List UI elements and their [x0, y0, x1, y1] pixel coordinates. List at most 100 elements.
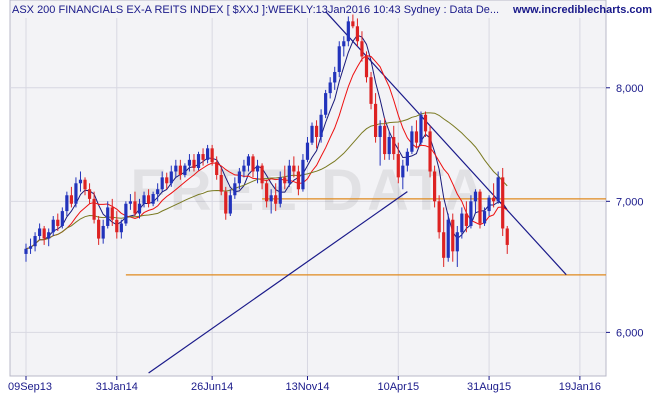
candle-body [414, 131, 419, 143]
x-tick-label: 19Jan16 [559, 381, 601, 393]
candle-body [69, 195, 73, 204]
candle-body [387, 137, 391, 155]
candle-body [224, 191, 228, 214]
candle-body [265, 183, 269, 202]
candle-body [469, 201, 473, 226]
candle-body [328, 82, 332, 94]
candle-body [242, 165, 246, 172]
candle-body [310, 125, 314, 143]
candle-body [187, 159, 192, 166]
candle-body [283, 177, 287, 184]
candle-body [51, 219, 55, 233]
candle-body [442, 232, 446, 258]
candle-body [56, 219, 60, 226]
candle-body [119, 223, 123, 233]
x-tick-label: 09Sep13 [8, 381, 52, 393]
candle-body [278, 177, 282, 204]
candle-body [269, 195, 273, 202]
candle-body [228, 195, 232, 214]
candle-body [87, 189, 92, 199]
candle-body [169, 171, 173, 184]
candle-body [196, 154, 201, 168]
candle-body [437, 201, 441, 233]
candle-body [47, 232, 51, 239]
candle-body [373, 103, 378, 138]
x-tick-label: 31Jan14 [96, 381, 138, 393]
candle-body [333, 71, 337, 83]
candle-body [160, 177, 164, 190]
candle-body [274, 195, 278, 204]
candle-body [24, 248, 28, 254]
x-tick-label: 26Jun14 [191, 381, 233, 393]
candle-body [151, 194, 155, 204]
candle-body [215, 162, 219, 176]
candle-body [165, 177, 169, 184]
candle-body [337, 46, 341, 72]
chart-root: FREE DATA 8,000 7,000 6,000 09Sep13 31Jan14… [0, 0, 660, 400]
candle-body [423, 114, 428, 132]
candle-body [482, 211, 487, 224]
candle-body [251, 156, 255, 172]
candle-body [464, 213, 468, 226]
x-tick-label: 31Aug15 [467, 381, 511, 393]
candle-body [246, 156, 251, 166]
candle-body [410, 131, 414, 152]
candle-body [38, 228, 42, 237]
candle-body [355, 26, 360, 42]
candle-body [260, 165, 264, 184]
candle-body [74, 183, 78, 204]
y-axis: 8,000 7,000 6,000 [606, 83, 644, 339]
candle-body [473, 191, 478, 202]
candle-body [133, 201, 137, 214]
candle-body [156, 189, 160, 195]
candle-body [314, 125, 319, 138]
candle-body [128, 201, 133, 204]
candle-body [142, 195, 146, 204]
candle-body [97, 219, 101, 239]
candle-body [360, 41, 364, 57]
candle-body [296, 171, 300, 190]
candle-body [174, 165, 178, 172]
candle-body [33, 236, 37, 247]
candle-body [210, 148, 214, 163]
candle-body [446, 219, 450, 258]
candle-body [28, 246, 33, 249]
candle-body [478, 191, 482, 224]
candle-body [455, 232, 459, 252]
candle-body [60, 211, 64, 226]
candle-body [378, 125, 382, 138]
candle-body [405, 151, 409, 166]
candle-body [233, 183, 237, 196]
site-label[interactable]: www.incrediblecharts.com [512, 4, 652, 16]
candle-body [505, 228, 509, 245]
candle-body [392, 137, 396, 155]
candle-body [369, 77, 373, 104]
candle-body [419, 114, 423, 143]
candle-body [201, 154, 205, 160]
candle-body [396, 154, 400, 178]
candle-body [65, 195, 69, 212]
candle-body [428, 131, 432, 172]
chart-title: ASX 200 FINANCIALS EX-A REITS INDEX [ $X… [12, 4, 499, 16]
candle-body [115, 219, 119, 233]
candle-body [42, 228, 46, 239]
candle-body [124, 203, 128, 224]
candle-body [364, 56, 369, 78]
candle-body [255, 165, 260, 172]
candle-body [206, 148, 210, 160]
candle-body [342, 41, 346, 47]
y-tick-label: 6,000 [616, 327, 644, 339]
candle-body [287, 165, 291, 184]
candle-body [301, 159, 305, 190]
candle-body [492, 197, 496, 202]
candle-body [451, 219, 455, 252]
candle-body [237, 171, 241, 184]
x-tick-label: 10Apr15 [377, 381, 419, 393]
candle-body [110, 207, 114, 220]
candle-body [383, 125, 387, 155]
candle-body [106, 207, 110, 226]
candle-body [83, 179, 87, 190]
candle-body [433, 171, 437, 202]
candle-body [137, 203, 142, 214]
candle-body [305, 142, 310, 160]
